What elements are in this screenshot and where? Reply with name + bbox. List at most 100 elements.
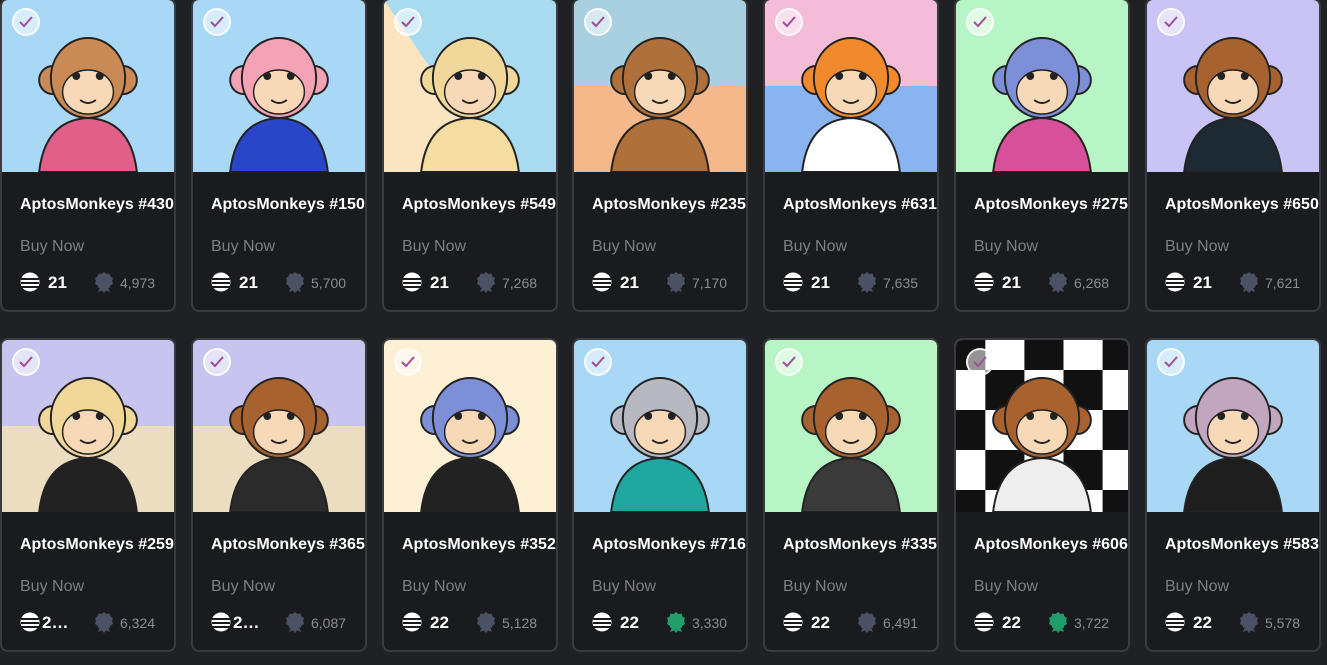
nft-card[interactable]: AptosMonkeys #631 Buy Now 21 7,635: [763, 0, 939, 312]
price-value: 22: [1002, 613, 1021, 632]
buy-now-link[interactable]: Buy Now: [1165, 238, 1229, 256]
nft-card[interactable]: AptosMonkeys #716 Buy Now 22 3,330: [572, 338, 748, 652]
price-row: 21 4,973: [20, 271, 170, 293]
buy-now-link[interactable]: Buy Now: [1165, 578, 1229, 596]
price-row: 22 3,722: [974, 611, 1124, 633]
nft-title[interactable]: AptosMonkeys #150: [211, 196, 365, 214]
nft-card[interactable]: AptosMonkeys #235 Buy Now 21 7,170: [572, 0, 748, 312]
price-value: 2…: [42, 613, 69, 632]
rank-value: 7,635: [883, 275, 919, 291]
check-circle-icon[interactable]: [12, 8, 40, 36]
nft-card[interactable]: AptosMonkeys #259 Buy Now 2… 6,324: [0, 338, 176, 652]
nft-card[interactable]: AptosMonkeys #150 Buy Now 21 5,700: [191, 0, 367, 312]
check-circle-icon[interactable]: [394, 348, 422, 376]
rank-value: 5,700: [311, 275, 347, 291]
nft-card[interactable]: AptosMonkeys #365 Buy Now 2… 6,087: [191, 338, 367, 652]
check-circle-icon[interactable]: [1157, 8, 1185, 36]
check-circle-icon[interactable]: [966, 8, 994, 36]
nft-card[interactable]: AptosMonkeys #335 Buy Now 22 6,491: [763, 338, 939, 652]
aptos-coin-icon: [1165, 612, 1185, 632]
check-circle-icon[interactable]: [203, 348, 231, 376]
buy-now-link[interactable]: Buy Now: [402, 578, 466, 596]
rank-rosette-icon: [666, 611, 686, 633]
price-row: 21 5,700: [211, 271, 361, 293]
price-value: 21: [430, 273, 449, 292]
rank-rosette-icon: [476, 271, 496, 293]
nft-card[interactable]: AptosMonkeys #430 Buy Now 21 4,973: [0, 0, 176, 312]
nft-card[interactable]: AptosMonkeys #606 Buy Now 22 3,722: [954, 338, 1130, 652]
aptos-coin-icon: [402, 272, 422, 292]
rank-rosette-icon: [1239, 271, 1259, 293]
buy-now-link[interactable]: Buy Now: [783, 238, 847, 256]
nft-title[interactable]: AptosMonkeys #275: [974, 196, 1128, 214]
price-row: 21 7,268: [402, 271, 552, 293]
rank-rosette-icon: [857, 271, 877, 293]
buy-now-link[interactable]: Buy Now: [402, 238, 466, 256]
aptos-coin-icon: [783, 612, 803, 632]
check-circle-icon[interactable]: [775, 348, 803, 376]
rank-value: 7,170: [692, 275, 728, 291]
buy-now-link[interactable]: Buy Now: [211, 238, 275, 256]
aptos-coin-icon: [1165, 272, 1185, 292]
buy-now-link[interactable]: Buy Now: [211, 578, 275, 596]
rank-value: 3,330: [692, 615, 728, 631]
buy-now-link[interactable]: Buy Now: [592, 238, 656, 256]
check-circle-icon[interactable]: [1157, 348, 1185, 376]
aptos-coin-icon: [211, 612, 231, 632]
nft-title[interactable]: AptosMonkeys #365: [211, 536, 365, 554]
aptos-coin-icon: [783, 272, 803, 292]
nft-card[interactable]: AptosMonkeys #583 Buy Now 22 5,578: [1145, 338, 1321, 652]
buy-now-link[interactable]: Buy Now: [20, 238, 84, 256]
check-circle-icon[interactable]: [584, 348, 612, 376]
rank-rosette-icon: [285, 611, 305, 633]
price-value: 21: [1002, 273, 1021, 292]
nft-title[interactable]: AptosMonkeys #716: [592, 536, 746, 554]
price-value: 21: [48, 273, 67, 292]
nft-title[interactable]: AptosMonkeys #352: [402, 536, 556, 554]
nft-title[interactable]: AptosMonkeys #583: [1165, 536, 1319, 554]
nft-title[interactable]: AptosMonkeys #430: [20, 196, 174, 214]
buy-now-link[interactable]: Buy Now: [974, 238, 1038, 256]
buy-now-link[interactable]: Buy Now: [20, 578, 84, 596]
price-value: 22: [430, 613, 449, 632]
rank-rosette-icon: [1239, 611, 1259, 633]
price-row: 22 3,330: [592, 611, 742, 633]
check-circle-icon[interactable]: [203, 8, 231, 36]
price-value: 21: [811, 273, 830, 292]
nft-title[interactable]: AptosMonkeys #650: [1165, 196, 1319, 214]
rank-rosette-icon: [476, 611, 496, 633]
price-row: 22 6,491: [783, 611, 933, 633]
rank-rosette-icon: [857, 611, 877, 633]
nft-card[interactable]: AptosMonkeys #352 Buy Now 22 5,128: [382, 338, 558, 652]
nft-title[interactable]: AptosMonkeys #235: [592, 196, 746, 214]
aptos-coin-icon: [974, 272, 994, 292]
buy-now-link[interactable]: Buy Now: [974, 578, 1038, 596]
check-circle-icon[interactable]: [966, 348, 994, 376]
nft-title[interactable]: AptosMonkeys #606: [974, 536, 1128, 554]
nft-title[interactable]: AptosMonkeys #549: [402, 196, 556, 214]
check-circle-icon[interactable]: [584, 8, 612, 36]
price-row: 2… 6,087: [211, 611, 361, 633]
nft-card[interactable]: AptosMonkeys #650 Buy Now 21 7,621: [1145, 0, 1321, 312]
nft-card[interactable]: AptosMonkeys #549 Buy Now 21 7,268: [382, 0, 558, 312]
check-circle-icon[interactable]: [12, 348, 40, 376]
rank-rosette-icon: [94, 611, 114, 633]
buy-now-link[interactable]: Buy Now: [592, 578, 656, 596]
rank-value: 6,268: [1074, 275, 1110, 291]
rank-value: 3,722: [1074, 615, 1110, 631]
aptos-coin-icon: [592, 612, 612, 632]
nft-card[interactable]: AptosMonkeys #275 Buy Now 21 6,268: [954, 0, 1130, 312]
price-value: 22: [811, 613, 830, 632]
price-value: 21: [620, 273, 639, 292]
check-circle-icon[interactable]: [775, 8, 803, 36]
nft-title[interactable]: AptosMonkeys #259: [20, 536, 174, 554]
price-row: 21 7,621: [1165, 271, 1315, 293]
price-value: 22: [1193, 613, 1212, 632]
nft-title[interactable]: AptosMonkeys #631: [783, 196, 937, 214]
rank-rosette-icon: [1048, 611, 1068, 633]
price-value: 21: [1193, 273, 1212, 292]
nft-title[interactable]: AptosMonkeys #335: [783, 536, 937, 554]
buy-now-link[interactable]: Buy Now: [783, 578, 847, 596]
price-value: 2…: [233, 613, 260, 632]
check-circle-icon[interactable]: [394, 8, 422, 36]
